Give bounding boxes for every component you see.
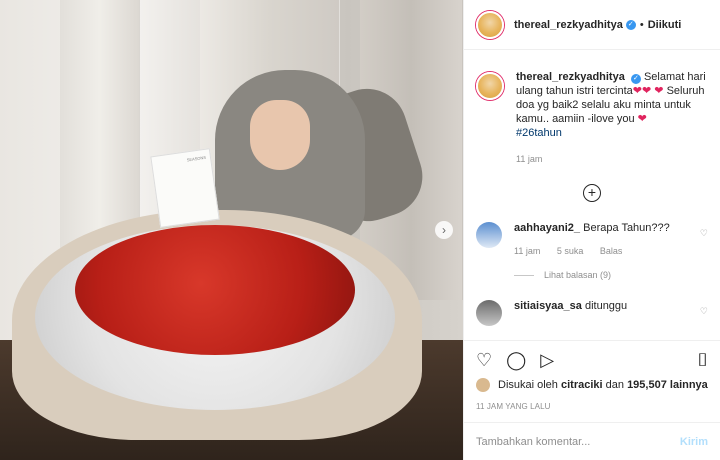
avatar[interactable] — [476, 300, 502, 326]
comment-item: aahhayani2_ Berapa Tahun??? 11 jam 5 suk… — [476, 222, 708, 256]
heart-emoji-icon: ❤ — [632, 85, 643, 97]
comment-body: aahhayani2_ Berapa Tahun??? 11 jam 5 suk… — [514, 222, 694, 256]
reply-button[interactable]: Balas — [600, 246, 623, 256]
share-icon[interactable]: ▷ — [540, 351, 554, 376]
load-more: + — [476, 184, 708, 202]
caption-username[interactable]: thereal_rezkyadhitya — [516, 71, 625, 83]
heart-emoji-icon: ❤ — [637, 113, 647, 125]
caption-time: 11 jam — [516, 154, 543, 164]
action-bar: ♡ ◯ ▷ ⌷ — [464, 340, 720, 376]
instagram-post-modal: SEASONS › thereal_rezkyadhitya ✓ • Diiku… — [0, 0, 720, 460]
post-side-panel: thereal_rezkyadhitya ✓ • Diikuti thereal… — [463, 0, 720, 460]
heart-emoji-icon: ❤ — [654, 85, 664, 97]
post-photo[interactable]: SEASONS › — [0, 0, 463, 460]
separator-dot: • — [639, 18, 644, 31]
post-comment-button[interactable]: Kirim — [680, 436, 708, 448]
face — [250, 100, 310, 170]
comment-meta: 11 jam 5 suka Balas — [514, 246, 694, 256]
comment-time: 11 jam — [514, 246, 541, 256]
verified-badge-icon: ✓ — [630, 74, 641, 84]
plus-circle-icon[interactable]: + — [583, 184, 601, 202]
likes-middle: dan — [605, 379, 624, 391]
avatar[interactable] — [476, 10, 504, 39]
comment-icon[interactable]: ◯ — [506, 351, 526, 376]
comment-item: sitiaisyaa_sa ditunggu ♡ — [476, 300, 708, 326]
comments-scroll[interactable]: thereal_rezkyadhitya ✓ Selamat hari ulan… — [464, 50, 720, 340]
likes-suffix[interactable]: lainnya — [670, 379, 708, 391]
card-brand: SEASONS — [186, 154, 207, 163]
post-header: thereal_rezkyadhitya ✓ • Diikuti — [464, 0, 720, 50]
comment-composer: Kirim — [464, 422, 720, 460]
heart-emoji-icon: ❤ — [642, 85, 652, 97]
heart-outline-icon[interactable]: ♡ — [700, 228, 708, 256]
comment-text: ditunggu — [584, 300, 628, 312]
verified-badge-icon: ✓ — [625, 19, 636, 30]
comment-input[interactable] — [476, 435, 680, 448]
red-roses — [75, 225, 355, 355]
next-photo-button[interactable]: › — [435, 221, 453, 239]
post-time: 11 JAM YANG LALU — [476, 402, 551, 411]
heart-outline-icon[interactable]: ♡ — [700, 306, 708, 326]
chevron-right-icon: › — [442, 223, 446, 237]
avatar[interactable] — [476, 72, 504, 100]
following-button[interactable]: Diikuti — [648, 19, 682, 31]
comment-username[interactable]: sitiaisyaa_sa — [514, 300, 582, 312]
liker-username[interactable]: citraciki — [561, 379, 603, 391]
caption-body: thereal_rezkyadhitya ✓ Selamat hari ulan… — [516, 70, 708, 166]
likes-summary: Disukai oleh citraciki dan 195,507 lainn… — [476, 378, 708, 392]
liker-avatar — [476, 378, 490, 392]
hashtag-link[interactable]: #26tahun — [516, 126, 708, 140]
likes-prefix: Disukai oleh — [498, 379, 558, 391]
view-replies-button[interactable]: Lihat balasan (9) — [514, 270, 708, 280]
comment-body: sitiaisyaa_sa ditunggu — [514, 300, 694, 326]
greeting-card: SEASONS — [150, 148, 220, 228]
avatar[interactable] — [476, 222, 502, 248]
comment-likes[interactable]: 5 suka — [557, 246, 584, 256]
bookmark-icon[interactable]: ⌷ — [697, 351, 708, 376]
comment-username[interactable]: aahhayani2_ — [514, 222, 580, 234]
likes-count[interactable]: 195,507 — [627, 379, 667, 391]
caption: thereal_rezkyadhitya ✓ Selamat hari ulan… — [476, 70, 708, 166]
heart-icon[interactable]: ♡ — [476, 351, 492, 376]
header-username[interactable]: thereal_rezkyadhitya — [514, 19, 623, 31]
comment-text: Berapa Tahun??? — [583, 222, 670, 234]
